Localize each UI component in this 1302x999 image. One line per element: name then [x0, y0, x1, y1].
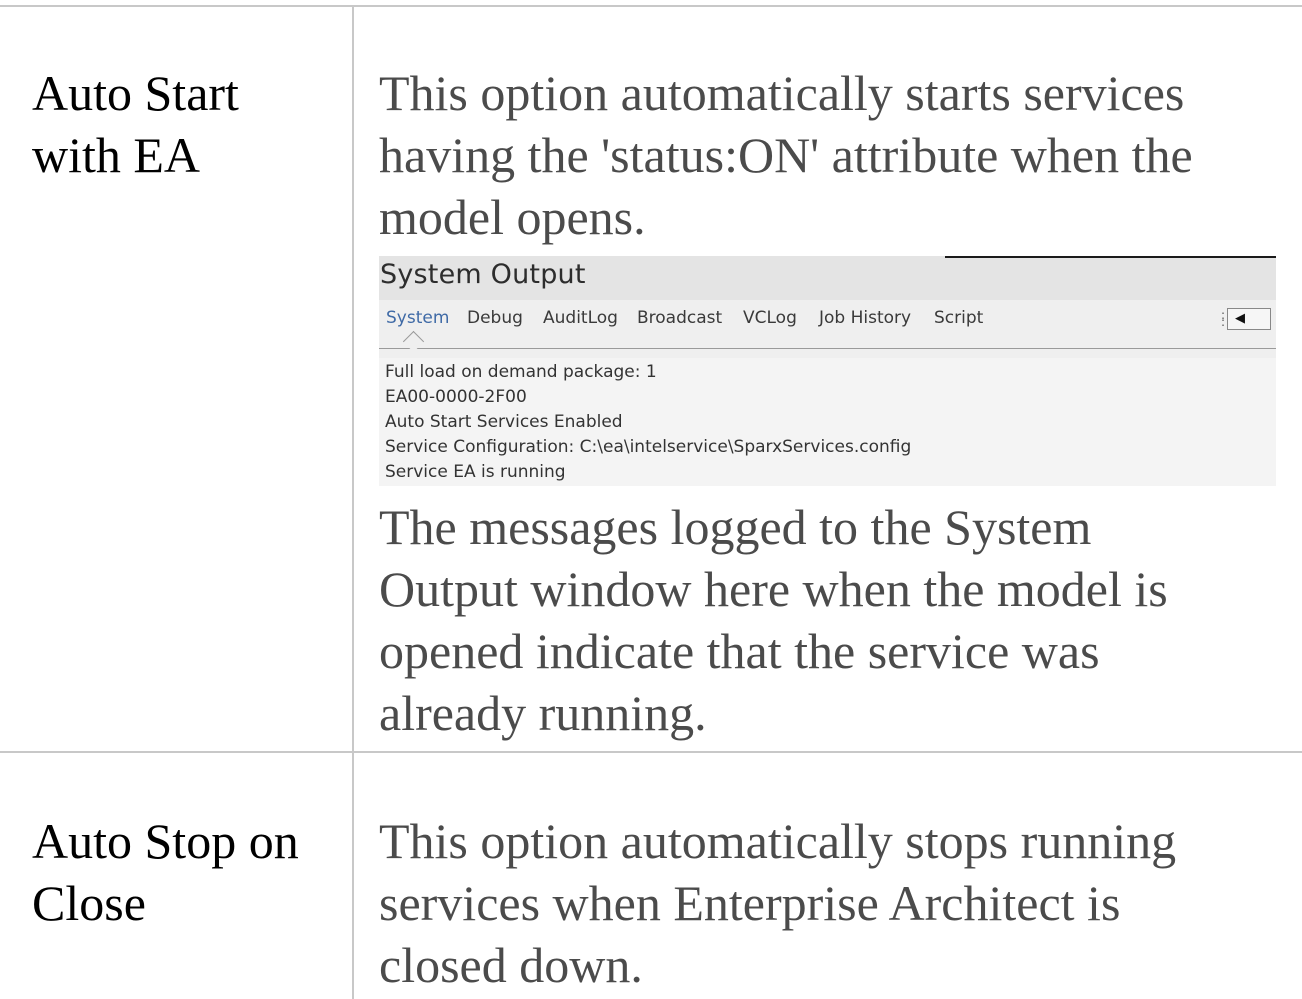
option-name-line: Auto Stop on: [32, 813, 299, 869]
tab-broadcast[interactable]: Broadcast: [637, 308, 722, 328]
option-description: This option automatically stops running …: [379, 810, 1279, 996]
tab-job-history[interactable]: Job History: [819, 308, 911, 328]
description-line: Output window here when the model is: [379, 561, 1168, 617]
scroll-right-button[interactable]: [1252, 308, 1271, 330]
description-line: closed down.: [379, 937, 643, 993]
system-output-titlebar: System Output: [379, 256, 1276, 300]
tab-system[interactable]: System: [386, 308, 449, 328]
description-line: having the 'status:ON' attribute when th…: [379, 127, 1193, 183]
tab-auditlog[interactable]: AuditLog: [543, 308, 618, 328]
system-output-title: System Output: [380, 259, 586, 290]
option-name-line: Close: [32, 875, 146, 931]
tab-vclog[interactable]: VCLog: [743, 308, 797, 328]
tab-debug[interactable]: Debug: [467, 308, 523, 328]
system-output-log: Full load on demand package: 1 EA00-0000…: [379, 358, 1276, 486]
system-output-tabbar: System Debug AuditLog Broadcast VCLog Jo…: [379, 300, 1276, 358]
option-description-continued: The messages logged to the System Output…: [379, 496, 1279, 744]
tab-scroll-controls: :: ◀: [1221, 308, 1275, 330]
scroll-left-icon[interactable]: ◀: [1227, 308, 1253, 330]
system-output-window: System Output System Debug AuditLog Broa…: [379, 256, 1276, 486]
grip-icon: ::: [1221, 308, 1226, 329]
description-line: model opens.: [379, 189, 646, 245]
description-line: already running.: [379, 685, 707, 741]
option-name-auto-stop: Auto Stop on Close: [32, 810, 332, 934]
titlebar-accent-line: [945, 256, 1276, 258]
description-line: services when Enterprise Architect is: [379, 875, 1121, 931]
description-line: opened indicate that the service was: [379, 623, 1100, 679]
log-line: Auto Start Services Enabled: [385, 412, 623, 432]
log-line: EA00-0000-2F00: [385, 387, 527, 407]
option-name-line: Auto Start: [32, 65, 239, 121]
tab-underline: [379, 348, 1276, 349]
option-description: This option automatically starts service…: [379, 62, 1279, 248]
option-name-auto-start: Auto Start with EA: [32, 62, 332, 186]
options-table: Auto Start with EA This option automatic…: [0, 0, 1302, 999]
log-line: Full load on demand package: 1: [385, 362, 657, 382]
log-line: Service Configuration: C:\ea\intelservic…: [385, 437, 912, 457]
table-top-border: [0, 5, 1302, 7]
tab-script[interactable]: Script: [934, 308, 983, 328]
column-divider: [352, 5, 354, 999]
description-line: This option automatically stops running: [379, 813, 1177, 869]
description-line: This option automatically starts service…: [379, 65, 1185, 121]
description-line: The messages logged to the System: [379, 499, 1092, 555]
option-name-line: with EA: [32, 127, 201, 183]
row-divider: [0, 751, 1302, 753]
log-line: Service EA is running: [385, 462, 566, 482]
